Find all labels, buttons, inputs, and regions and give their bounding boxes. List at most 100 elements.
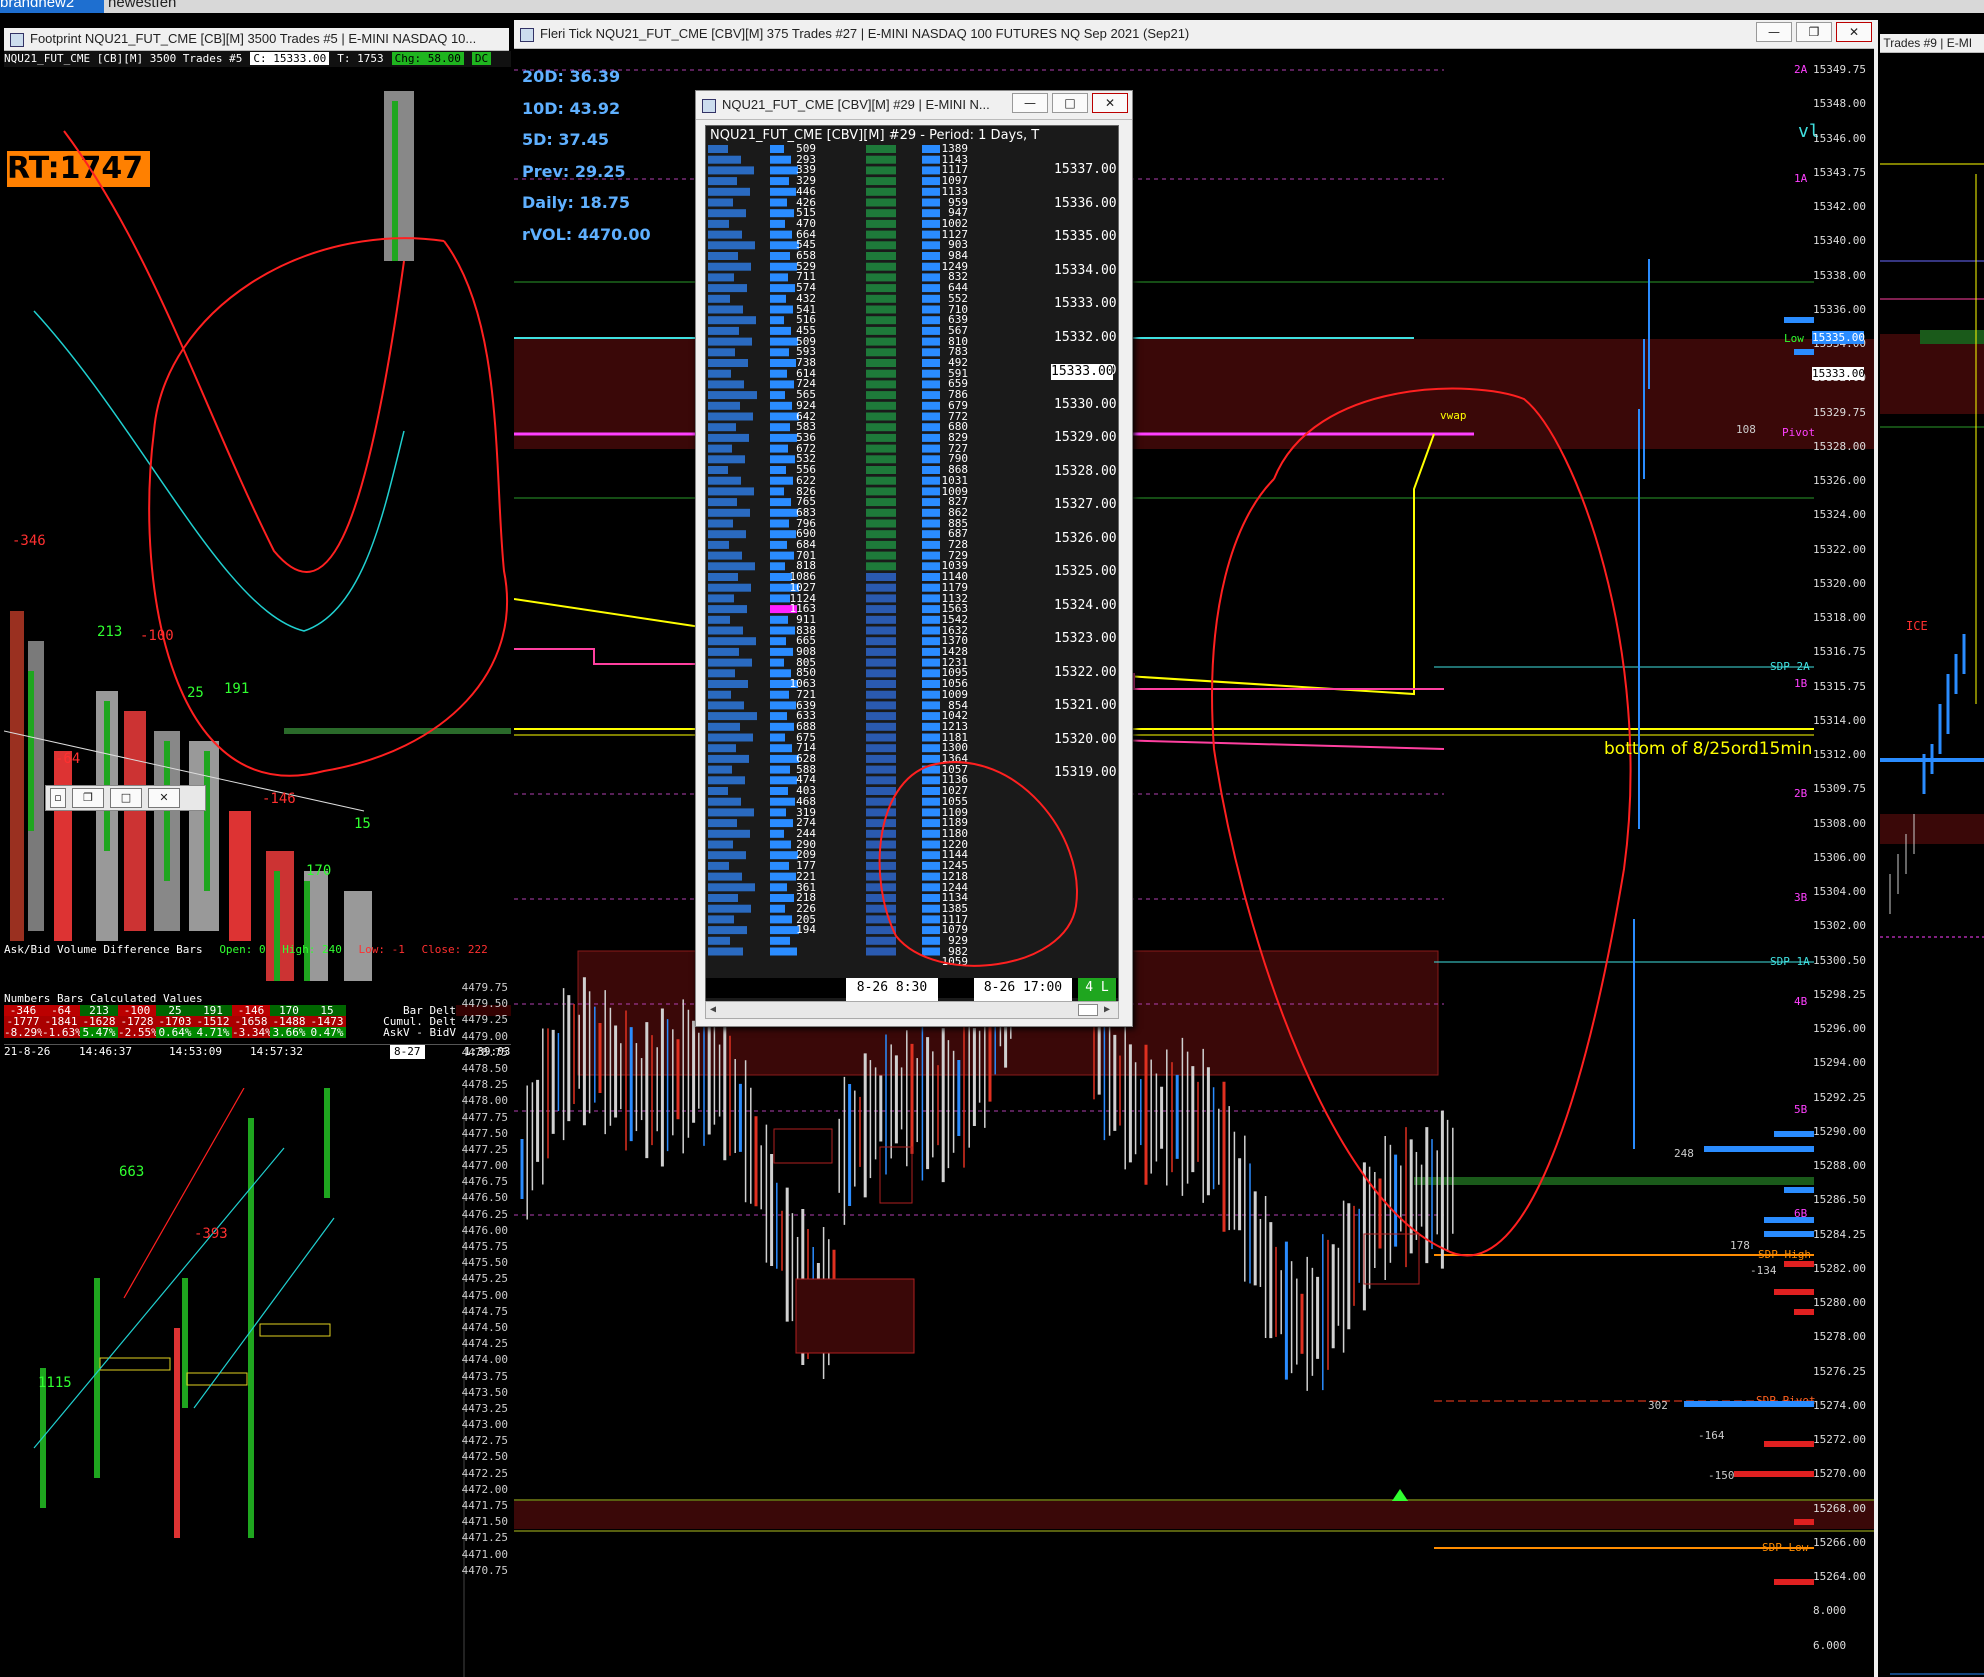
price-axis-label: 15328.00 (1813, 439, 1866, 453)
popup-tpo-chart[interactable]: NQU21_FUT_CME [CBV][M] #29 - Period: 1 D… (705, 125, 1119, 1002)
vol-bar (770, 294, 786, 303)
tab-brandnew2[interactable]: brandnew2 (0, 0, 104, 13)
popup-maximize-button[interactable]: □ (1052, 93, 1088, 113)
tpo-column (866, 508, 896, 517)
scroll-left-arrow[interactable]: ◀ (710, 1002, 716, 1018)
mini-close-button[interactable]: ✕ (148, 788, 180, 808)
tpo-letters (708, 797, 741, 806)
vol-bar (770, 883, 787, 892)
popup-current-price: 15333.00 (1051, 364, 1114, 380)
popup-titlebar[interactable]: NQU21_FUT_CME [CBV][M] #29 | E-MINI N...… (696, 91, 1132, 120)
stat-prev: Prev: 29.25 (522, 162, 626, 181)
ice-label: ICE (1906, 619, 1928, 633)
tpo-letters (708, 187, 750, 196)
close-button[interactable]: ✕ (1836, 22, 1872, 42)
vwap-label: vwap (1440, 409, 1467, 422)
tpo-column (866, 615, 896, 624)
mini-restore-button[interactable]: ❐ (72, 788, 104, 808)
price-axis-label: 15274.00 (1813, 1398, 1866, 1412)
tpo-column (866, 241, 896, 250)
tpo-letters (708, 155, 741, 164)
restore-button[interactable]: ❐ (1796, 22, 1832, 42)
scroll-thumb[interactable] (1078, 1004, 1098, 1016)
price-axis-label: 15336.00 (1813, 302, 1866, 316)
left-footprint-chart[interactable]: NQU21_FUT_CME [CB][M] 3500 Trades #5 C: 1… (4, 51, 511, 1060)
main-window-titlebar[interactable]: Fleri Tick NQU21_FUT_CME [CBV][M] 375 Tr… (514, 20, 1876, 49)
ladder-drawing (33, 1088, 465, 1677)
mini-icon: ▫ (50, 788, 66, 808)
tpo-column (866, 262, 896, 271)
price-axis-label: 15298.25 (1813, 987, 1866, 1001)
tpo-letters (708, 519, 733, 528)
tpo-letters (708, 487, 754, 496)
price-axis-label: 15346.00 (1813, 131, 1866, 145)
stat-rvol: rVOL: 4470.00 (522, 225, 651, 244)
right-window-titlebar[interactable]: Trades #9 | E-MI (1880, 34, 1984, 53)
tpo-letters (708, 530, 746, 539)
tpo-letters (708, 177, 737, 186)
calc-values-table: Numbers Bars Calculated Values -346 -64 21… (4, 993, 511, 1038)
study-label: Ask/Bid Volume Difference Bars Open: 0 H… (4, 943, 488, 956)
vol-bar (770, 540, 787, 549)
num-neg146: -146 (262, 791, 296, 807)
vol-bar (770, 316, 784, 325)
num-neg393: -393 (194, 1226, 228, 1242)
vol-bar (770, 733, 785, 742)
ladder-price: 4473.75 (461, 1369, 508, 1383)
popup-price-label: 15325.00 (1054, 564, 1117, 579)
price-axis-label: 8.000 (1813, 1604, 1847, 1618)
tpo-column (866, 487, 896, 496)
vol-bar (770, 466, 786, 474)
price-axis-label: 15270.00 (1813, 1467, 1866, 1481)
vol-bar (770, 947, 797, 956)
ladder-price: 4471.50 (461, 1515, 508, 1529)
vol-bar (770, 198, 787, 207)
tpo-column (866, 733, 896, 742)
tpo-letters (708, 883, 755, 892)
tpo-letters (708, 401, 740, 410)
minimize-button[interactable]: — (1756, 22, 1792, 42)
popup-hand-circle (878, 761, 1078, 967)
popup-price-label: 15337.00 (1054, 162, 1117, 177)
ladder-price: 4471.25 (461, 1531, 508, 1545)
price-axis-label: 15276.25 (1813, 1364, 1866, 1378)
tpo-column (866, 573, 896, 581)
ladder-price: 4473.50 (461, 1385, 508, 1399)
popup-price-label: 15334.00 (1054, 262, 1117, 278)
left-window-titlebar[interactable]: Footprint NQU21_FUT_CME [CB][M] 3500 Tra… (4, 28, 509, 51)
tpo-column (866, 605, 896, 614)
mini-maximize-button[interactable]: □ (110, 788, 142, 808)
num-213: 213 (97, 624, 123, 640)
popup-window[interactable]: NQU21_FUT_CME [CBV][M] #29 | E-MINI N...… (695, 90, 1133, 1027)
tpo-letters (708, 872, 742, 881)
vol-bar (770, 562, 785, 571)
tpo-letters (708, 926, 747, 935)
profile-num-neg164: -164 (1698, 1429, 1725, 1442)
tpo-letters (708, 647, 739, 656)
tpo-column (866, 594, 896, 603)
popup-scrollbar[interactable]: ◀ ▶ (705, 1001, 1119, 1019)
scroll-right-arrow[interactable]: ▶ (1104, 1002, 1110, 1018)
tpo-column (866, 680, 896, 688)
tpo-column (866, 252, 896, 260)
lower-left-ladder-panel[interactable]: 663 -393 1115 (4, 1088, 511, 1677)
tab-newestfeh[interactable]: newestfeh (108, 0, 198, 13)
stat-daily: Daily: 18.75 (522, 193, 631, 212)
popup-close-button[interactable]: ✕ (1092, 93, 1128, 113)
price-axis-label: 15282.00 (1813, 1261, 1866, 1275)
tpo-letters (708, 455, 745, 464)
price-axis-label: 6.000 (1813, 1638, 1847, 1652)
tpo-column (866, 626, 896, 635)
mini-window-controls[interactable]: ▫ ❐ □ ✕ (45, 785, 206, 811)
popup-window-buttons: — □ ✕ (1012, 91, 1128, 113)
right-chart[interactable]: ICE (1880, 54, 1984, 1677)
tpo-letters (708, 894, 738, 902)
tpo-column (866, 647, 896, 656)
ladder-price: 4474.50 (461, 1320, 508, 1334)
popup-minimize-button[interactable]: — (1012, 93, 1048, 113)
ladder-price: 4475.25 (461, 1272, 508, 1286)
profile-num-108: 108 (1736, 423, 1756, 436)
top-strip (0, 0, 1984, 13)
main-price-axis: 15349.75 15348.00 15346.00 15343.75 15342.00… (1810, 49, 1874, 1677)
tpo-column (866, 433, 896, 442)
